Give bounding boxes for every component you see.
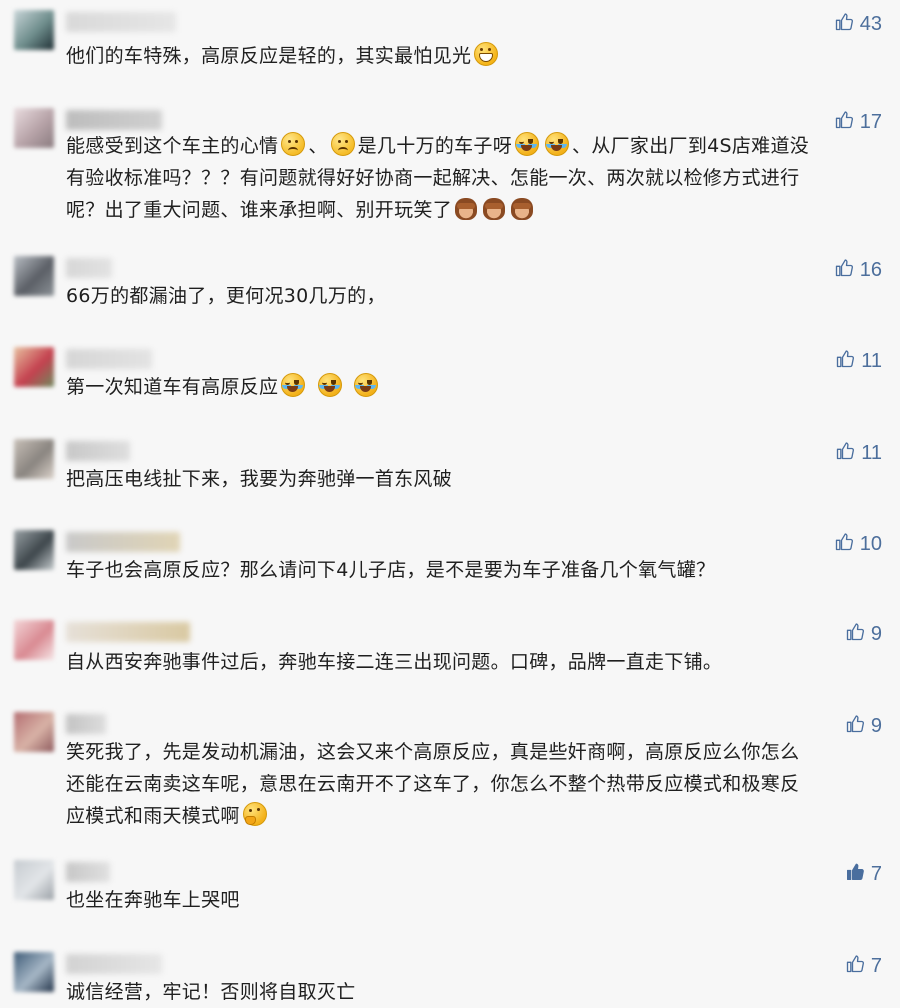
like-button[interactable]: 9 [845,714,882,739]
see-no-evil-monkey-emoji-icon [511,198,534,220]
comment-text-segment: 有验收标准吗？？？有问题就得好好协商一起解决、怎能一次、两次就以检修方式进行 [66,167,800,189]
like-button[interactable]: 10 [834,532,882,557]
nickname-blurred[interactable] [66,12,176,32]
comment-text: 车子也会高原反应？那么请问下4儿子店，是不是要为车子准备几个氧气罐？ [66,554,886,586]
thumbs-up-icon [834,258,854,283]
nickname-blurred[interactable] [66,714,106,734]
like-button[interactable]: 43 [834,12,882,37]
like-count: 16 [859,259,882,281]
nickname-blurred[interactable] [66,349,152,369]
comment-text: 把高压电线扯下来，我要为奔驰弹一首东风破 [66,463,886,495]
comment-text-segment: 应模式和雨天模式啊 [66,805,240,827]
comment-text: 也坐在奔驰车上哭吧 [66,884,886,916]
tears-of-joy-emoji-icon [317,373,342,397]
nickname-blurred[interactable] [66,441,130,461]
thumbs-up-filled-icon [845,862,865,887]
avatar[interactable] [14,952,54,992]
like-count: 9 [870,623,882,645]
avatar[interactable] [14,712,54,752]
grinning-emoji-icon [474,42,499,66]
tears-of-joy-emoji-icon [354,373,378,397]
comment-text: 诚信经营，牢记！否则将自取灭亡 [66,976,886,1008]
comment-text-content: 第一次知道车有高原反应 [66,376,279,398]
like-button[interactable]: 7 [845,862,882,887]
thumbs-up-icon [835,349,855,374]
comment-text-segment: 、 [308,135,328,157]
comment-text-content: 也坐在奔驰车上哭吧 [66,889,240,911]
like-count: 11 [861,442,882,464]
nickname-blurred[interactable] [66,258,112,278]
like-count: 43 [859,13,882,35]
avatar[interactable] [14,108,54,148]
like-count: 17 [859,111,882,133]
tears-of-joy-emoji-icon [281,373,306,397]
like-count: 9 [870,715,882,737]
thumbs-up-icon [835,441,855,466]
thumbs-up-icon [834,110,854,135]
comment-text: 能感受到这个车主的心情 、 是几十万的车子呀 、从厂家出厂到4S店难道没 有验收标准吗… [66,130,886,226]
comment-text-content: 他们的车特殊，高原反应是轻的，其实最怕见光 [66,45,472,67]
thumbs-up-icon [845,622,865,647]
like-button[interactable]: 9 [845,622,882,647]
like-count: 10 [859,533,882,555]
thumbs-up-icon [845,954,865,979]
comment-text-content: 诚信经营，牢记！否则将自取灭亡 [66,981,356,1003]
like-button[interactable]: 11 [835,441,882,466]
comment-text-segment: 呢？出了重大问题、谁来承担啊、别开玩笑了 [66,199,453,221]
see-no-evil-monkey-emoji-icon [455,198,478,220]
like-button[interactable]: 17 [834,110,882,135]
like-button[interactable]: 7 [845,954,882,979]
like-count: 11 [861,350,882,372]
thumbs-up-icon [845,714,865,739]
comment-text: 第一次知道车有高原反应 [66,371,886,403]
like-count: 7 [870,863,882,885]
frowning-emoji-icon [330,132,355,156]
comment-text-segment: 、从厂家出厂到4S店难道没 [572,135,810,157]
avatar[interactable] [14,439,54,479]
avatar[interactable] [14,530,54,570]
frowning-emoji-icon [281,132,306,156]
comment-text-segment: 还能在云南卖这车呢，意思在云南开不了这车了，你怎么不整个热带反应模式和极寒反 [66,773,800,795]
comment-text-content: 把高压电线扯下来，我要为奔驰弹一首东风破 [66,468,453,490]
comment-text: 他们的车特殊，高原反应是轻的，其实最怕见光 [66,40,886,72]
like-count: 7 [870,955,882,977]
avatar[interactable] [14,860,54,900]
loudly-crying-emoji-icon [515,132,540,156]
comment-text: 笑死我了，先是发动机漏油，这会又来个高原反应，真是些奸商啊，高原反应么你怎么 还… [66,736,886,832]
nickname-blurred[interactable] [66,622,190,642]
thumbs-up-icon [834,532,854,557]
avatar[interactable] [14,620,54,660]
comment-text-segment: 笑死我了，先是发动机漏油，这会又来个高原反应，真是些奸商啊，高原反应么你怎么 [66,741,800,763]
see-no-evil-monkey-emoji-icon [483,198,506,220]
loudly-crying-emoji-icon [545,132,570,156]
avatar[interactable] [14,347,54,387]
comment-text-content: 自从西安奔驰事件过后，奔驰车接二连三出现问题。口碑，品牌一直走下铺。 [66,651,723,673]
nickname-blurred[interactable] [66,110,162,130]
comment-text-content: 车子也会高原反应？那么请问下4儿子店，是不是要为车子准备几个氧气罐？ [66,559,716,581]
nickname-blurred[interactable] [66,862,110,882]
avatar[interactable] [14,10,54,50]
comment-text-segment: 是几十万的车子呀 [357,135,513,157]
thinking-face-emoji-icon [242,802,267,826]
comment-text-segment: 能感受到这个车主的心情 [66,135,279,157]
comment-text-content: 66万的都漏油了，更何况30几万的， [66,285,386,307]
comment-text: 自从西安奔驰事件过后，奔驰车接二连三出现问题。口碑，品牌一直走下铺。 [66,646,886,678]
nickname-blurred[interactable] [66,532,180,552]
like-button[interactable]: 11 [835,349,882,374]
nickname-blurred[interactable] [66,954,162,974]
avatar[interactable] [14,256,54,296]
comment-text: 66万的都漏油了，更何况30几万的， [66,280,886,312]
like-button[interactable]: 16 [834,258,882,283]
thumbs-up-icon [834,12,854,37]
